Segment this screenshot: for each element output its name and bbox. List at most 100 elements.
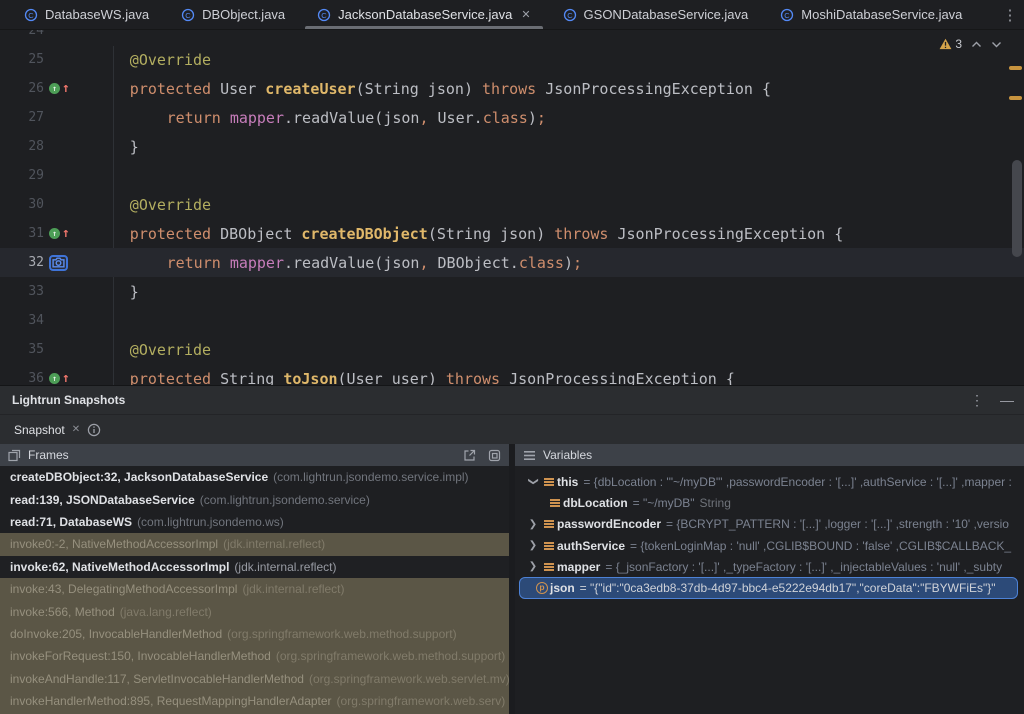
frame-location: invokeHandlerMethod:895, RequestMappingH…	[10, 694, 332, 708]
variable-row-dbLocation[interactable]: dbLocation= "~/myDB"String	[515, 492, 1024, 513]
copy-stack-icon[interactable]	[488, 449, 501, 462]
variable-row-json[interactable]: pjson= "{"id":"0ca3edb8-37db-4d97-bbc4-e…	[519, 577, 1018, 598]
panel-minimize-icon[interactable]: —	[1000, 393, 1014, 407]
override-marker-icon[interactable]: ↑	[49, 373, 60, 384]
tab-gsondatabaseservice-java[interactable]: CGSONDatabaseService.java	[547, 0, 765, 29]
override-marker-icon[interactable]: ↑	[49, 83, 60, 94]
gutter-icons: ↑↑	[49, 370, 70, 386]
info-icon[interactable]	[87, 423, 101, 437]
line-number: 24	[0, 30, 44, 38]
code-token: mapper	[230, 109, 284, 127]
error-stripe-mark[interactable]	[1009, 96, 1022, 100]
open-in-editor-icon[interactable]	[463, 449, 476, 462]
tab-moshidatabaseservice-java[interactable]: CMoshiDatabaseService.java	[764, 0, 978, 29]
overrides-arrow-icon[interactable]: ↑	[62, 228, 70, 239]
code-line-32[interactable]: 32 return mapper.readValue(json, DBObject…	[0, 248, 1024, 277]
tab-dbobject-java[interactable]: CDBObject.java	[165, 0, 301, 29]
frame-row[interactable]: read:139, JSONDatabaseService(com.lightr…	[0, 488, 509, 510]
code-line-26[interactable]: 26↑↑protected User createUser(String jso…	[0, 74, 1024, 103]
gutter: 31↑↑	[0, 225, 88, 243]
code-token: json	[500, 225, 536, 243]
code-line-35[interactable]: 35 @Override	[0, 335, 1024, 364]
overrides-arrow-icon[interactable]: ↑	[62, 83, 70, 94]
: ❯	[529, 540, 537, 551]
code-line-24[interactable]: 24	[0, 30, 1024, 45]
chevron-collapsed-icon[interactable]: ❯	[525, 519, 541, 530]
override-marker-icon[interactable]: ↑	[49, 228, 60, 239]
code-token: JsonProcessingException	[617, 225, 834, 243]
code-line-36[interactable]: 36↑↑protected String toJson(User user) t…	[0, 364, 1024, 385]
line-number: 27	[0, 110, 44, 125]
code-token: .readValue(json	[284, 109, 419, 127]
next-warning-icon[interactable]	[991, 41, 1002, 48]
chevron-collapsed-icon[interactable]: ❯	[525, 561, 541, 572]
: ❯	[527, 477, 538, 485]
code-line-30[interactable]: 30@Override	[0, 190, 1024, 219]
code-token: @Override	[130, 51, 211, 69]
snapshot-close-icon[interactable]: ✕	[72, 424, 80, 435]
variable-value: = {dbLocation : '"~/myDB"' ,passwordEnco…	[583, 475, 1011, 489]
frame-row[interactable]: invoke:43, DelegatingMethodAccessorImpl(…	[0, 578, 509, 600]
code-token: )	[564, 254, 573, 272]
: p	[536, 582, 548, 594]
tab-close-icon[interactable]: ✕	[521, 8, 530, 21]
frame-row[interactable]: invokeHandlerMethod:895, RequestMappingH…	[0, 690, 509, 712]
gutter-icons	[49, 254, 68, 272]
frame-row[interactable]: invoke:566, Method(java.lang.reflect)	[0, 600, 509, 622]
variable-row-authService[interactable]: ❯authService= {tokenLoginMap : 'null' ,C…	[515, 535, 1024, 556]
tab-databasews-java[interactable]: CDatabaseWS.java	[8, 0, 165, 29]
warning-icon: 3	[939, 37, 962, 51]
chevron-expanded-icon[interactable]: ❯	[525, 476, 541, 487]
code-token: toJson	[283, 370, 337, 386]
code-line-31[interactable]: 31↑↑protected DBObject createDBObject(St…	[0, 219, 1024, 248]
variable-row-mapper[interactable]: ❯mapper= {_jsonFactory : '[...]' ,_typeF…	[515, 556, 1024, 577]
code-line-29[interactable]: 29	[0, 161, 1024, 190]
variable-row-this[interactable]: ❯ this = {dbLocation : '"~/myDB"' ,passwor…	[515, 471, 1024, 492]
variable-row-passwordEncoder[interactable]: ❯passwordEncoder= {BCRYPT_PATTERN : '[..…	[515, 514, 1024, 535]
frame-location: invokeForRequest:150, InvocableHandlerMe…	[10, 649, 271, 663]
code-line-25[interactable]: 25@Override	[0, 45, 1024, 74]
code-token: )	[528, 109, 537, 127]
code-text: protected String toJson(User user) throw…	[88, 370, 735, 386]
code-line-33[interactable]: 33}	[0, 277, 1024, 306]
inspections-widget[interactable]: 3	[939, 37, 1002, 51]
prev-warning-icon[interactable]	[971, 41, 982, 48]
tab-label: MoshiDatabaseService.java	[801, 7, 962, 22]
tab-snapshot[interactable]: Snapshot	[14, 423, 65, 437]
frame-row[interactable]: read:71, DatabaseWS(com.lightrun.jsondem…	[0, 511, 509, 533]
code-line-34[interactable]: 34	[0, 306, 1024, 335]
lightrun-snapshot-camera-icon[interactable]	[49, 255, 68, 271]
frame-package: (org.springframework.web.method.support)	[227, 627, 456, 641]
code-token: protected	[130, 80, 220, 98]
frame-row[interactable]: doInvoke:205, InvocableHandlerMethod(org…	[0, 623, 509, 645]
gutter: 35	[0, 341, 88, 359]
editor-tabs: CDatabaseWS.javaCDBObject.javaCJacksonDa…	[8, 0, 978, 29]
frame-row[interactable]: invokeAndHandle:117, ServletInvocableHan…	[0, 668, 509, 690]
field-icon	[541, 520, 557, 528]
frame-package: (org.springframework.web.servlet.mv)	[309, 672, 509, 686]
frame-row[interactable]: invoke0:-2, NativeMethodAccessorImpl(jdk…	[0, 533, 509, 555]
frame-package: (org.springframework.web.serv)	[337, 694, 506, 708]
code-token: (	[338, 370, 347, 386]
code-text: protected DBObject createDBObject(String…	[88, 225, 843, 243]
code-line-27[interactable]: 27return mapper.readValue(json, User.cla…	[0, 103, 1024, 132]
frame-row[interactable]: invoke:62, NativeMethodAccessorImpl(jdk.…	[0, 556, 509, 578]
chevron-collapsed-icon[interactable]: ❯	[525, 540, 541, 551]
tab-options-menu-icon[interactable]: ⋮	[996, 0, 1024, 29]
panel-options-icon[interactable]: ⋮	[970, 393, 984, 407]
error-stripe-mark[interactable]	[1009, 66, 1022, 70]
tab-jacksondatabaseservice-java[interactable]: CJacksonDatabaseService.java✕	[301, 0, 546, 29]
overrides-arrow-icon[interactable]: ↑	[62, 373, 70, 384]
gutter: 28	[0, 138, 88, 156]
variable-value: = {_jsonFactory : '[...]' ,_typeFactory …	[605, 560, 1002, 574]
frame-row[interactable]: invokeForRequest:150, InvocableHandlerMe…	[0, 645, 509, 667]
code-text: return mapper.readValue(json, DBObject.c…	[88, 254, 582, 272]
line-number: 32	[0, 255, 44, 270]
variable-name: this	[557, 475, 578, 489]
frame-row[interactable]: createDBObject:32, JacksonDatabaseServic…	[0, 466, 509, 488]
code-editor[interactable]: 2425@Override26↑↑protected User createUs…	[0, 30, 1024, 385]
editor-scrollbar[interactable]	[1012, 160, 1022, 257]
code-token: @Override	[130, 341, 211, 359]
variable-name: dbLocation	[563, 496, 628, 510]
code-line-28[interactable]: 28}	[0, 132, 1024, 161]
